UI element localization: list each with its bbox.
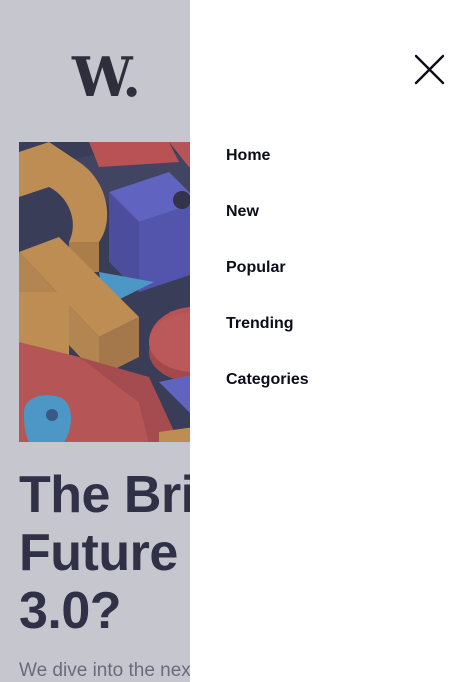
nav-link-trending[interactable]: Trending (226, 310, 294, 338)
close-menu-button[interactable] (413, 53, 446, 86)
nav-drawer: Home New Popular Trending Categories (190, 0, 475, 682)
nav-item-home: Home (226, 142, 309, 198)
nav-link-popular[interactable]: Popular (226, 254, 286, 282)
nav-menu: Home New Popular Trending Categories (226, 142, 309, 422)
nav-item-trending: Trending (226, 310, 309, 366)
nav-item-categories: Categories (226, 366, 309, 422)
nav-item-popular: Popular (226, 254, 309, 310)
close-icon (414, 54, 445, 85)
page: W. The Bright Future 3.0? We dive into t… (0, 0, 475, 682)
nav-link-categories[interactable]: Categories (226, 366, 309, 394)
nav-link-home[interactable]: Home (226, 142, 270, 170)
nav-link-new[interactable]: New (226, 198, 259, 226)
nav-item-new: New (226, 198, 309, 254)
